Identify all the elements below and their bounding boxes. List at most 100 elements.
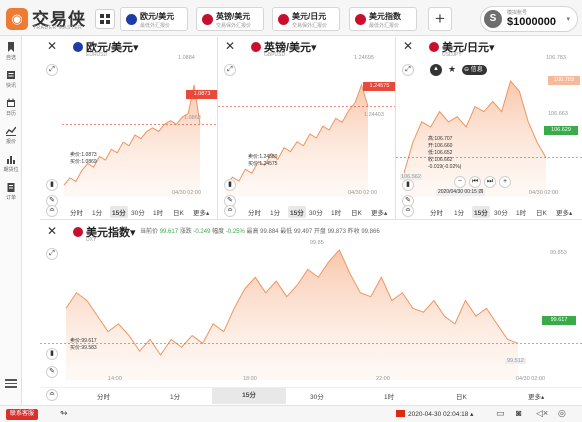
tf-1h[interactable]: 1时 bbox=[153, 207, 163, 217]
us-flag-icon bbox=[73, 227, 83, 237]
expand-icon[interactable]: ⤢ bbox=[46, 64, 58, 76]
expand-icon[interactable]: ⤢ bbox=[224, 64, 236, 76]
sidebar-item-quotes[interactable]: 报价 bbox=[0, 124, 22, 152]
tf-1h[interactable]: 1时 bbox=[384, 391, 394, 401]
tab-dxy[interactable]: 美元指数 最低外汇报价 bbox=[349, 7, 417, 31]
last-price-tag: 99.617 bbox=[542, 316, 576, 325]
layout-grid-button[interactable] bbox=[95, 9, 115, 29]
tf-more[interactable]: 更多▴ bbox=[193, 207, 209, 217]
tf-more[interactable]: 更多▴ bbox=[556, 207, 572, 217]
timeframe-bar: ≏ 分时 1分 15分 30分 1时 日K 更多▴ bbox=[40, 387, 582, 404]
indicator-icon[interactable]: ▮ bbox=[46, 179, 58, 191]
tf-15m[interactable]: 15分 bbox=[110, 206, 128, 218]
chart-settings-icon[interactable]: ≏ bbox=[46, 389, 58, 401]
uk-flag-icon bbox=[202, 14, 213, 25]
tf-15m[interactable]: 15分 bbox=[212, 388, 286, 404]
settings-icon[interactable]: ◎ bbox=[558, 408, 566, 419]
menu-icon[interactable] bbox=[5, 378, 17, 388]
price-chart bbox=[40, 249, 582, 380]
tf-1m[interactable]: 1分 bbox=[92, 207, 102, 217]
tf-tick[interactable]: 分时 bbox=[97, 391, 110, 401]
indicator-icon[interactable]: ▮ bbox=[224, 179, 236, 191]
tab-eurusd[interactable]: 欧元/美元 最低外汇报价 bbox=[120, 7, 188, 31]
eu-flag-icon bbox=[73, 42, 83, 52]
sidebar-item-calendar[interactable]: 日历 bbox=[0, 96, 22, 124]
tf-1d[interactable]: 日K bbox=[351, 207, 362, 217]
tf-tick[interactable]: 分时 bbox=[70, 207, 83, 217]
bell-icon[interactable]: ▲ bbox=[430, 64, 442, 76]
zoom-in-icon[interactable]: + bbox=[499, 176, 511, 188]
chart-settings-icon[interactable]: ≏ bbox=[224, 205, 236, 217]
skip-back-icon[interactable]: ⏮ bbox=[469, 176, 481, 188]
low-price-tag: 99.512 bbox=[505, 358, 526, 364]
tf-15m[interactable]: 15分 bbox=[472, 206, 490, 218]
tab-usdjpy[interactable]: 美元/日元 交易保外汇报价 bbox=[272, 7, 340, 31]
symbol-code: EURUSD bbox=[86, 52, 108, 58]
star-icon[interactable]: ★ bbox=[446, 64, 458, 76]
quote-stats: 当前价 99.617 涨跌 -0.249 幅度 -0.25% 最高 99.884… bbox=[140, 229, 380, 235]
bid-price: 卖价:1.24580 bbox=[248, 154, 278, 160]
tf-30m[interactable]: 30分 bbox=[310, 391, 324, 401]
app-logo-icon: ◉ bbox=[6, 8, 28, 30]
close-icon[interactable]: ✕ bbox=[47, 224, 57, 238]
tf-30m[interactable]: 30分 bbox=[494, 207, 508, 217]
add-tab-button[interactable]: + bbox=[428, 7, 452, 31]
indicator-icon[interactable]: ▮ bbox=[402, 179, 414, 191]
sidebar-item-watchlist[interactable]: 自选 bbox=[0, 40, 22, 68]
tf-more[interactable]: 更多▴ bbox=[528, 391, 544, 401]
tf-1m[interactable]: 1分 bbox=[170, 391, 180, 401]
tf-30m[interactable]: 30分 bbox=[309, 207, 323, 217]
timeframe-bar: ≏ 分时 1分 15分 30分 1时 日K 更多▴ bbox=[40, 204, 217, 219]
bar-chart-icon bbox=[7, 156, 15, 164]
close-icon[interactable]: ✕ bbox=[225, 39, 235, 53]
symbol-code: USDJPY bbox=[442, 52, 462, 58]
chart-settings-icon[interactable]: ≏ bbox=[402, 205, 414, 217]
brand-sub: TRADER MASTER bbox=[33, 25, 83, 31]
dollar-coin-icon: S bbox=[484, 10, 502, 28]
tf-1d[interactable]: 日K bbox=[173, 207, 184, 217]
account-selector[interactable]: S 模拟账号 $1000000 ▾ bbox=[480, 6, 578, 32]
tf-15m[interactable]: 15分 bbox=[288, 206, 306, 218]
sound-icon[interactable]: ◁× bbox=[536, 408, 548, 419]
contact-support-button[interactable]: 联系客服 bbox=[6, 409, 39, 420]
tf-1h[interactable]: 1时 bbox=[331, 207, 341, 217]
chart-settings-icon[interactable]: ≏ bbox=[46, 205, 58, 217]
chart-time: 04/30 02:00 bbox=[516, 376, 546, 382]
tf-1m[interactable]: 1分 bbox=[454, 207, 464, 217]
x-label: 22:00 bbox=[376, 376, 390, 382]
tf-1d[interactable]: 日K bbox=[456, 391, 467, 401]
us-flag-icon bbox=[278, 14, 289, 25]
timeframe-bar: ≏ 分时 1分 15分 30分 1时 日K 更多▴ bbox=[218, 204, 395, 219]
series-area bbox=[226, 85, 368, 197]
tf-tick[interactable]: 分时 bbox=[430, 207, 443, 217]
tf-1d[interactable]: 日K bbox=[536, 207, 547, 217]
clock-datetime: 2020-04-30 02:04:18 ▴ bbox=[408, 411, 474, 418]
close-icon[interactable]: ✕ bbox=[47, 39, 57, 53]
ask-price: 买价:1.24575 bbox=[248, 161, 278, 167]
info-badge[interactable]: ⊖ 信息 bbox=[462, 65, 487, 75]
chart-panel-gbpusd: ✕ 英镑/美元▾ GBPUSD 1.24695 ⤢ 1.24575 1.2440… bbox=[218, 37, 396, 220]
tf-1h[interactable]: 1时 bbox=[516, 207, 526, 217]
expand-icon[interactable]: ⤢ bbox=[402, 64, 414, 76]
window-icon[interactable]: ▭ bbox=[496, 408, 505, 419]
chart-panel-eurusd: ✕ 欧元/美元▾ EURUSD 1.0884 ⤢ 1.0873 1.0863 卖… bbox=[40, 37, 218, 220]
sidebar-item-orders[interactable]: 订单 bbox=[0, 180, 22, 208]
top-bar: ◉ 交易侠 TRADER MASTER 欧元/美元 最低外汇报价 英镑/美元 交… bbox=[0, 0, 582, 36]
tf-1m[interactable]: 1分 bbox=[270, 207, 280, 217]
cn-flag-icon bbox=[396, 410, 405, 417]
skip-forward-icon[interactable]: ⏭ bbox=[484, 176, 496, 188]
zoom-out-icon[interactable]: − bbox=[454, 176, 466, 188]
tf-30m[interactable]: 30分 bbox=[131, 207, 145, 217]
share-icon[interactable]: ↬ bbox=[60, 408, 68, 419]
camera-icon[interactable]: ◙ bbox=[516, 408, 521, 418]
ask-price: 买价:99.583 bbox=[70, 345, 97, 351]
tf-tick[interactable]: 分时 bbox=[248, 207, 261, 217]
tf-more[interactable]: 更多▴ bbox=[371, 207, 387, 217]
chart-time: 04/30 02:00 bbox=[172, 190, 202, 196]
close-icon[interactable]: ✕ bbox=[403, 39, 413, 53]
draw-pen-icon[interactable]: ✎ bbox=[46, 366, 58, 378]
sidebar-item-news[interactable]: 快讯 bbox=[0, 68, 22, 96]
sidebar-item-futures[interactable]: 期货位 bbox=[0, 152, 22, 180]
indicator-icon[interactable]: ▮ bbox=[46, 348, 58, 360]
tab-gbpusd[interactable]: 英镑/美元 交易保外汇报价 bbox=[196, 7, 264, 31]
